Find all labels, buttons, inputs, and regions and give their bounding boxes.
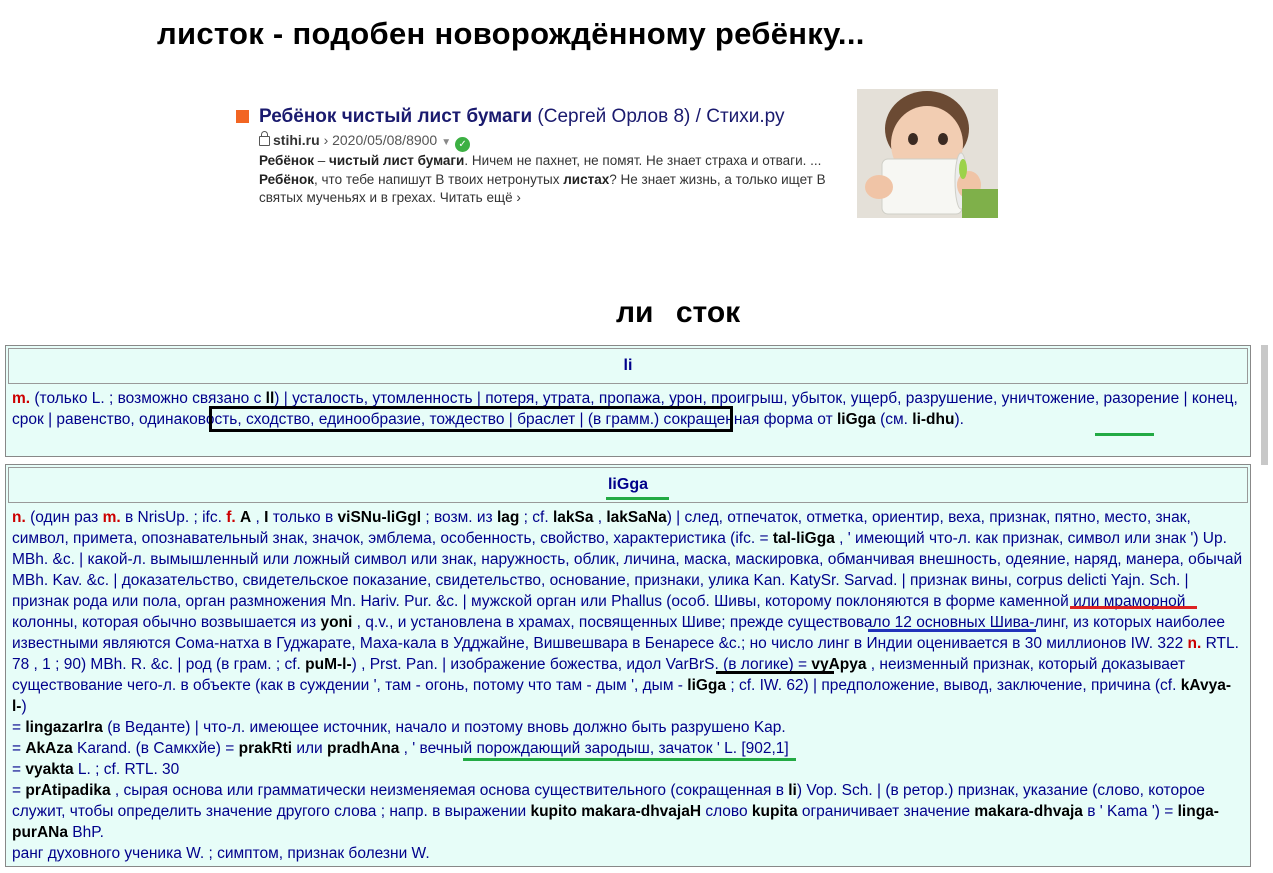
result-path: › 2020/05/08/8900 [323, 132, 438, 148]
keyword-link[interactable]: liGga [837, 411, 876, 428]
scrollbar[interactable] [1261, 345, 1268, 465]
keyword-link[interactable]: lakSaNa [606, 509, 666, 526]
entry-text: или [292, 740, 328, 757]
green-underline [1095, 433, 1154, 436]
entry-text: , [593, 509, 607, 526]
entry-text: BhP. [67, 824, 104, 841]
snippet-text: , что тебе напишут В твоих нетронутых [314, 171, 564, 187]
entry-text: = [12, 740, 26, 757]
result-url[interactable]: stihi.ru › 2020/05/08/8900 ▼ ✓ [259, 131, 471, 152]
entry-text: ; возм. из [421, 509, 497, 526]
snippet-bold: листах [563, 171, 610, 187]
site-favicon-icon [236, 110, 249, 123]
blue-underline [868, 629, 1036, 632]
keyword-link[interactable]: lag [497, 509, 519, 526]
highlight-frame [209, 406, 733, 432]
keyword-link[interactable]: liGga [687, 677, 726, 694]
entry-text: , [251, 509, 265, 526]
entry-text: ; cf. IW. 62) | предположение, вывод, за… [726, 677, 1181, 694]
entry-text: (один раз [25, 509, 103, 526]
entry-text: , ' вечный порождающий зародыш, зачаток … [399, 740, 789, 757]
entry-text: L. ; cf. RTL. 30 [73, 761, 180, 778]
entry-text: ; cf. [519, 509, 553, 526]
snippet-text: . Ничем не пахнет, не помят. Не знает ст… [464, 153, 822, 168]
entry-text: (только L. ; возможно связано с [30, 390, 266, 407]
keyword-link[interactable]: puM-l- [305, 656, 351, 673]
entry-text: ранг духовного ученика W. ; симптом, при… [12, 845, 430, 862]
syllable-split-title: ли сток [616, 296, 741, 329]
child-photo-thumbnail[interactable] [857, 89, 998, 218]
verified-badge-icon: ✓ [455, 137, 471, 152]
snippet-bold: Ребёнок [259, 153, 315, 168]
entry-text: ). [954, 411, 964, 428]
snippet-bold: Ребёнок [259, 171, 315, 187]
entry-text: (см. [875, 411, 913, 428]
gram-label: m. [102, 509, 121, 526]
keyword-link[interactable]: AkAza [25, 740, 72, 757]
keyword-link[interactable]: li-dhu [912, 411, 954, 428]
entry-headword: li [8, 348, 1248, 384]
entry-text: ограничивает значение [797, 803, 975, 820]
search-result-title-link[interactable]: Ребёнок чистый лист бумаги (Сергей Орлов… [259, 106, 785, 128]
gram-label: n. [12, 509, 26, 526]
entry-text: в ' Kama ') = [1082, 803, 1178, 820]
caret-down-icon[interactable]: ▼ [441, 137, 451, 148]
entry-body: n. (один раз m. в NrisUp. ; ifc. f. A , … [6, 503, 1250, 868]
entry-text: только в [268, 509, 338, 526]
lock-icon [259, 131, 270, 146]
result-site: stihi.ru [273, 132, 320, 148]
keyword-link[interactable]: viSNu-liGgI [338, 509, 422, 526]
keyword-link[interactable]: kupita [752, 803, 798, 820]
entry-text: ) [21, 698, 27, 715]
keyword-link[interactable]: yoni [320, 614, 352, 631]
keyword-link[interactable]: li [788, 782, 797, 799]
keyword-link[interactable]: lakSa [553, 509, 594, 526]
keyword-link[interactable]: tal-liGga [773, 530, 835, 547]
keyword-link[interactable]: prakRti [239, 740, 292, 757]
keyword-link[interactable]: makara-dhvaja [974, 803, 1083, 820]
entry-text: слово [701, 803, 752, 820]
page-title: листок - подобен новорождённому ребёнку.… [157, 16, 865, 51]
entry-text: , сырая основа или грамматически неизмен… [110, 782, 789, 799]
dictionary-entry-ligga: liGga n. (один раз m. в NrisUp. ; ifc. f… [5, 464, 1251, 867]
result-snippet: Ребёнок – чистый лист бумаги. Ничем не п… [259, 152, 829, 208]
keyword-link[interactable]: prAtipadika [25, 782, 110, 799]
entry-text: = [12, 761, 26, 778]
keyword-link[interactable]: ll [266, 390, 275, 407]
keyword-link[interactable]: pradhAna [327, 740, 399, 757]
snippet-bold: чистый лист бумаги [329, 153, 465, 168]
result-title-bold: Ребёнок чистый лист бумаги [259, 106, 533, 127]
keyword-link[interactable]: kupito makara-dhvajaH [530, 803, 701, 820]
entry-text: в NrisUp. ; ifc. [120, 509, 227, 526]
entry-text: = [12, 719, 26, 736]
keyword-link[interactable]: lingazarIra [25, 719, 103, 736]
gram-label: n. [1187, 635, 1202, 652]
gram-label: m. [12, 390, 31, 407]
read-more-link[interactable]: Читать ещё › [440, 190, 521, 205]
keyword-link[interactable]: A [240, 509, 251, 526]
red-underline [1070, 606, 1197, 609]
entry-text: Karand. (в Самкхйе) = [72, 740, 239, 757]
child-photo-image [857, 89, 998, 218]
keyword-link[interactable]: vyakta [25, 761, 73, 778]
result-title-rest: (Сергей Орлов 8) / Стихи.ру [532, 106, 785, 127]
green-underline [463, 758, 796, 761]
entry-text: = [12, 782, 26, 799]
green-underline [606, 497, 669, 500]
snippet-text: – [314, 153, 330, 168]
dictionary-entry-li: li m. (только L. ; возможно связано с ll… [5, 345, 1251, 457]
black-underline [716, 671, 834, 674]
gram-label: f. [226, 509, 236, 526]
entry-text: (в Веданте) | что-л. имеющее источник, н… [102, 719, 786, 736]
